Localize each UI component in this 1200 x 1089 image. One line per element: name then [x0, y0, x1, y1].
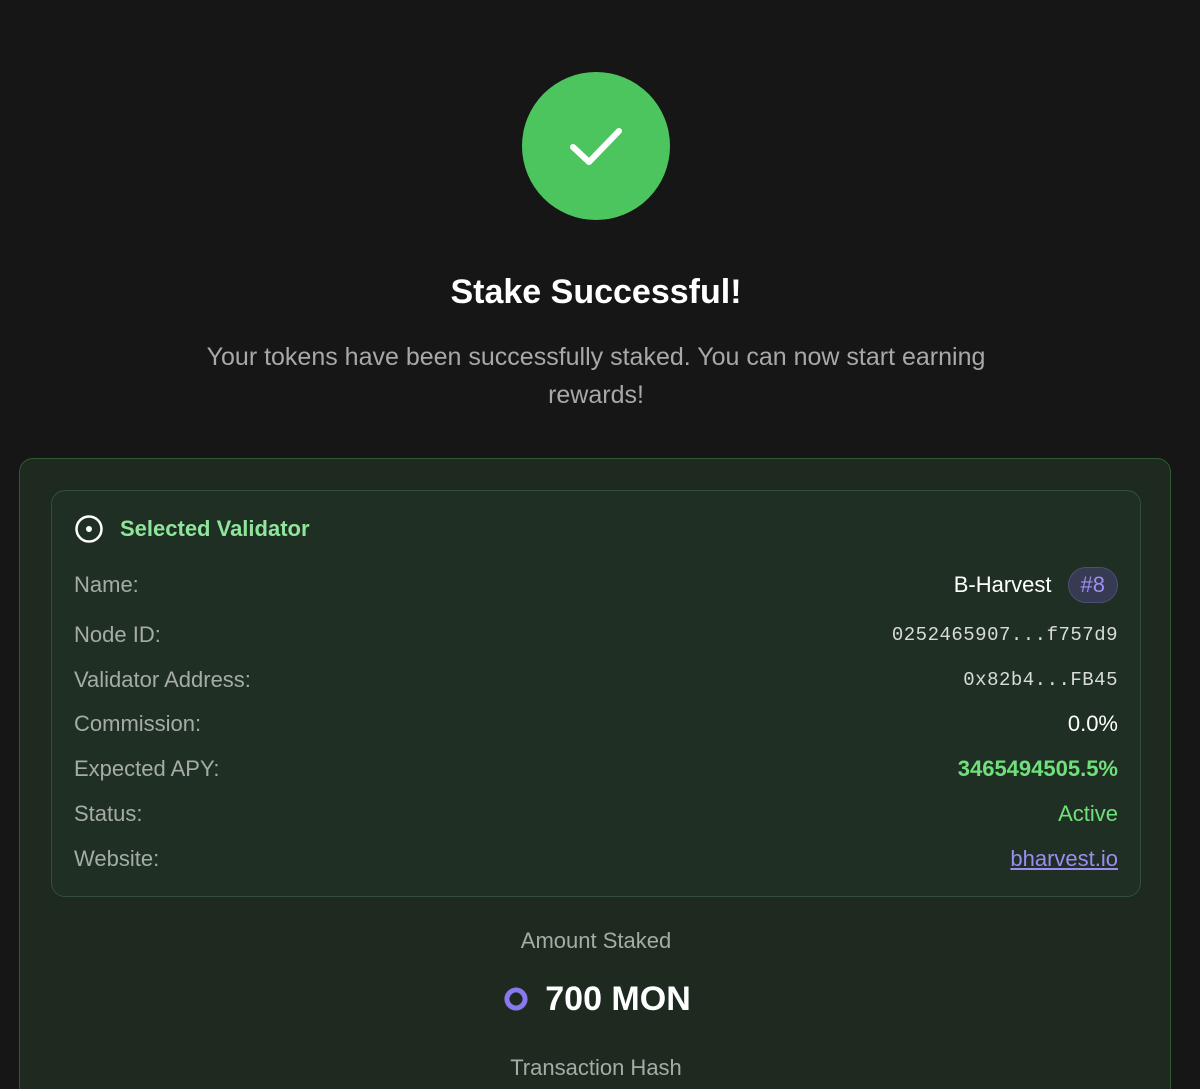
validator-address-label: Validator Address:: [74, 667, 251, 692]
mon-token-icon: [504, 987, 528, 1011]
validator-address-row: Validator Address: 0x82b4...FB45: [74, 663, 1118, 697]
commission-label: Commission:: [74, 711, 202, 736]
commission-value: 0.0%: [1067, 711, 1118, 736]
validator-address-value: 0x82b4...FB45: [963, 669, 1118, 691]
node-id-label: Node ID:: [74, 622, 161, 647]
success-message: Your tokens have been successfully stake…: [206, 343, 986, 409]
validator-card-header: Selected Validator: [74, 512, 310, 546]
validator-card-title: Selected Validator: [120, 516, 310, 541]
validator-name-row: Name: B-Harvest #8: [74, 567, 1118, 603]
status-label: Status:: [74, 801, 143, 826]
commission-row: Commission: 0.0%: [74, 707, 1118, 741]
check-icon: [570, 128, 622, 165]
status-row: Status: Active: [74, 797, 1118, 831]
transaction-hash-label: Transaction Hash: [510, 1055, 682, 1080]
amount-staked: 700 MON: [0, 976, 1192, 1022]
amount-staked-value: 700 MON: [545, 979, 691, 1018]
stake-success-page: Stake Successful! Your tokens have been …: [0, 0, 1200, 1089]
amount-staked-label: Amount Staked: [520, 928, 672, 953]
validator-name: B-Harvest: [953, 572, 1052, 597]
node-id-value: 0252465907...f757d9: [891, 624, 1118, 646]
success-badge: [522, 72, 670, 220]
apy-value: 3465494505.5%: [957, 756, 1118, 781]
name-value-group: B-Harvest #8: [954, 567, 1118, 603]
rank-badge: #8: [1067, 567, 1118, 603]
node-id-row: Node ID: 0252465907...f757d9: [74, 618, 1118, 652]
name-label: Name:: [74, 572, 139, 597]
target-icon: [75, 515, 103, 543]
website-row: Website: bharvest.io: [74, 842, 1118, 876]
apy-row: Expected APY: 3465494505.5%: [74, 752, 1118, 786]
website-label: Website:: [74, 846, 160, 871]
website-link[interactable]: bharvest.io: [1010, 846, 1118, 872]
status-value: Active: [1058, 801, 1118, 826]
apy-label: Expected APY:: [74, 756, 220, 781]
page-title: Stake Successful!: [450, 273, 742, 311]
